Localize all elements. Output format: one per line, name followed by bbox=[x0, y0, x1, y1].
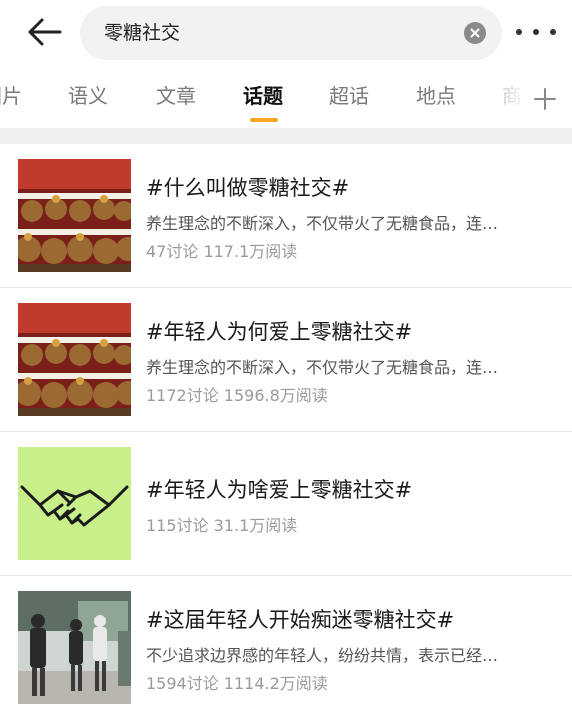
search-input[interactable]: 零糖社交 bbox=[80, 6, 502, 60]
people-photo-image bbox=[18, 591, 131, 704]
plush-toys-image bbox=[18, 303, 131, 416]
clear-search-button[interactable] bbox=[464, 22, 486, 44]
topic-title: #年轻人为啥爱上零糖社交# bbox=[146, 478, 413, 502]
topic-title: #什么叫做零糖社交# bbox=[146, 176, 350, 200]
topic-stats: 47讨论 117.1万阅读 bbox=[146, 242, 298, 261]
section-separator bbox=[0, 128, 572, 144]
topic-item[interactable]: #什么叫做零糖社交# 养生理念的不断深入，不仅带火了无糖食品，连… 47讨论 1… bbox=[0, 144, 572, 288]
category-tabs: 图片 语义 文章 话题 超话 地点 商 bbox=[0, 70, 572, 128]
plush-toys-image bbox=[18, 159, 131, 272]
topic-title: #年轻人为何爱上零糖社交# bbox=[146, 320, 413, 344]
tab-articles[interactable]: 文章 bbox=[156, 80, 196, 109]
tab-super-topics[interactable]: 超话 bbox=[329, 80, 369, 109]
plus-icon[interactable] bbox=[532, 86, 558, 112]
top-bar: 零糖社交 bbox=[0, 0, 572, 64]
close-circle-icon bbox=[470, 28, 480, 38]
search-query-text: 零糖社交 bbox=[104, 22, 181, 44]
tab-places[interactable]: 地点 bbox=[416, 80, 456, 109]
tab-images[interactable]: 图片 bbox=[0, 80, 22, 109]
more-horizontal-icon bbox=[533, 29, 539, 35]
handshake-icon bbox=[18, 447, 131, 560]
topic-item[interactable]: #这届年轻人开始痴迷零糖社交# 不少追求边界感的年轻人，纷纷共情，表示已经… 1… bbox=[0, 576, 572, 720]
more-horizontal-icon bbox=[550, 29, 556, 35]
topic-item[interactable]: #年轻人为何爱上零糖社交# 养生理念的不断深入，不仅带火了无糖食品，连… 117… bbox=[0, 288, 572, 432]
topic-description: 养生理念的不断深入，不仅带火了无糖食品，连… bbox=[146, 358, 499, 377]
topic-title: #这届年轻人开始痴迷零糖社交# bbox=[146, 608, 455, 632]
topic-item[interactable]: #年轻人为啥爱上零糖社交# 115讨论 31.1万阅读 bbox=[0, 432, 572, 576]
tab-semantic[interactable]: 语义 bbox=[68, 80, 108, 109]
topic-description: 不少追求边界感的年轻人，纷纷共情，表示已经… bbox=[146, 646, 499, 665]
tab-topics[interactable]: 话题 bbox=[243, 80, 283, 109]
topic-stats: 115讨论 31.1万阅读 bbox=[146, 516, 298, 535]
topic-stats: 1172讨论 1596.8万阅读 bbox=[146, 386, 328, 405]
topic-description: 养生理念的不断深入，不仅带火了无糖食品，连… bbox=[146, 214, 499, 233]
topic-stats: 1594讨论 1114.2万阅读 bbox=[146, 674, 328, 693]
more-options-button[interactable] bbox=[516, 20, 556, 44]
active-tab-indicator bbox=[250, 118, 278, 122]
more-horizontal-icon bbox=[516, 29, 522, 35]
back-button[interactable] bbox=[22, 14, 66, 50]
arrow-left-icon bbox=[28, 18, 62, 46]
